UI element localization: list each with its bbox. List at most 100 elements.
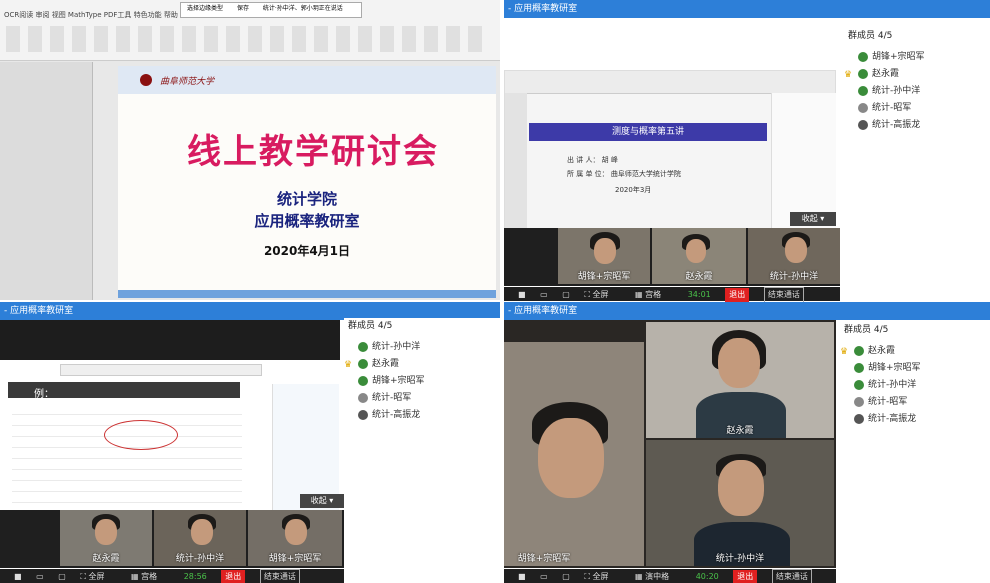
red-annotation [104,420,178,450]
fullscreen-button[interactable]: ⛶ 全屏 [80,570,116,583]
shared-dark-top [0,320,340,360]
avatar-icon [858,69,868,79]
video-tile-large[interactable]: 胡锋+宗昭军 [504,342,644,566]
call-toolbar: ■ ▭ ▢ ⛶ 全屏 ▦ 宫格 28:56 退出 结束通话 [0,569,344,583]
slide-header-band: 曲阜师范大学 [118,66,496,94]
avatar-icon [358,410,368,420]
shared-slide-date: 2020年3月 [615,186,652,194]
screen-share-icon[interactable]: ▭ [540,288,548,302]
camera-icon[interactable]: ■ [518,288,526,302]
video-tile[interactable]: 赵永霞 [60,510,152,566]
shared-sidebar [505,93,527,231]
gallery-label: 宫格 [141,572,158,581]
member-name: 赵永霞 [372,359,400,369]
member-item[interactable]: 统计-孙中洋 [840,377,990,394]
exit-button[interactable]: 退出 [725,288,750,302]
gallery-button[interactable]: ▦ 宫格 [635,288,673,302]
exit-button[interactable]: 退出 [221,570,246,583]
member-item[interactable]: ♛ 赵永霞 [344,356,500,373]
collapse-button[interactable]: 收起 ▾ [300,494,344,508]
person-face [95,519,117,545]
context-btn[interactable]: 统计·孙中洋、郭小玥正在说话 [263,5,343,12]
end-call-button[interactable]: 结束通话 [763,287,804,302]
host-crown-icon: ♛ [840,347,849,357]
chat-icon[interactable]: ▢ [562,288,570,302]
fullscreen-label: 全屏 [592,572,609,581]
ppt-thumbnail-pane[interactable] [0,62,93,300]
member-item[interactable]: 胡锋+宗昭军 [844,49,990,66]
avatar-icon [858,120,868,130]
screen-share-icon[interactable]: ▭ [36,570,44,583]
avatar-icon [358,393,368,403]
collapse-button[interactable]: 收起 ▾ [790,212,836,226]
example-label: 例： [34,389,54,400]
meeting-window-br: - 应用概率教研室 胡锋+宗昭军 赵永霞 统计-孙中洋 ■ ▭ ▢ ⛶ 全屏 ▦… [504,302,990,583]
exit-button[interactable]: 退出 [733,570,758,583]
slide-footer-band [118,290,496,298]
video-tile[interactable]: 统计-孙中洋 [748,228,840,284]
video-caption: 胡锋+宗昭军 [517,554,571,564]
end-call-button[interactable]: 结束通话 [259,569,300,583]
person-face [594,238,616,264]
video-tile[interactable]: 统计-孙中洋 [646,440,834,566]
person-face [686,239,706,263]
chat-icon[interactable]: ▢ [562,570,570,583]
member-item[interactable]: ♛ 赵永霞 [840,343,990,360]
math-content [12,404,242,504]
meeting-window-bl: - 应用概率教研室 例： 收起 ▾ 赵永霞 统计-孙中洋 胡锋+宗昭军 ■ ▭ … [0,302,500,583]
member-name: 统计-孙中洋 [872,86,921,96]
gallery-button[interactable]: ▦ 演中格 [635,570,681,583]
member-item[interactable]: 统计-高振龙 [840,411,990,428]
person-face [191,519,213,545]
members-panel: 群成员 4/5 胡锋+宗昭军 ♛ 赵永霞 统计-孙中洋 统计-昭军 统计-高振龙 [844,28,990,302]
camera-icon[interactable]: ■ [14,570,22,583]
member-item[interactable]: 统计-昭军 [344,390,500,407]
avatar-icon [854,380,864,390]
shared-tabs [60,364,262,376]
context-btn[interactable]: 选择边缘类型 [187,5,223,12]
video-tile[interactable]: 赵永霞 [652,228,746,284]
video-tile[interactable]: 统计-孙中洋 [154,510,246,566]
member-name: 统计-高振龙 [372,410,421,420]
video-caption: 赵永霞 [726,426,754,436]
video-tile[interactable]: 赵永霞 [646,322,834,438]
shared-slide-title: 测度与概率第五讲 [529,123,767,141]
members-header: 群成员 4/5 [844,325,889,335]
member-item[interactable]: 统计-高振龙 [844,117,990,134]
avatar-icon [854,363,864,373]
avatar-icon [858,103,868,113]
person-face [718,338,760,388]
member-item[interactable]: 胡锋+宗昭军 [344,373,500,390]
university-name: 曲阜师范大学 [160,77,215,87]
video-tile[interactable]: 胡锋+宗昭军 [558,228,650,284]
video-tile[interactable]: 胡锋+宗昭军 [248,510,342,566]
person-face [718,460,764,516]
fullscreen-button[interactable]: ⛶ 全屏 [584,570,620,583]
camera-icon[interactable]: ■ [518,570,526,583]
members-header: 群成员 4/5 [848,31,893,41]
person-face [538,418,604,498]
ribbon-tools[interactable] [6,26,486,52]
fullscreen-label: 全屏 [88,572,105,581]
collapse-label: 收起 [801,214,818,223]
member-item[interactable]: 统计-昭军 [840,394,990,411]
member-item[interactable]: 统计-孙中洋 [844,83,990,100]
member-item[interactable]: 统计-孙中洋 [344,339,500,356]
fullscreen-button[interactable]: ⛶ 全屏 [584,288,620,302]
chat-icon[interactable]: ▢ [58,570,66,583]
screen-share-icon[interactable]: ▭ [540,570,548,583]
member-item[interactable]: ♛ 赵永霞 [844,66,990,83]
context-btn[interactable]: 保存 [237,5,249,12]
ppt-context-tabs: 选择边缘类型 保存 统计·孙中洋、郭小玥正在说话 [180,2,362,18]
member-item[interactable]: 统计-昭军 [844,100,990,117]
member-name: 统计-孙中洋 [868,380,917,390]
member-item[interactable]: 胡锋+宗昭军 [840,360,990,377]
call-toolbar: ■ ▭ ▢ ⛶ 全屏 ▦ 宫格 34:01 退出 结束通话 [504,287,840,302]
end-call-button[interactable]: 结束通话 [771,569,812,583]
member-item[interactable]: 统计-高振龙 [344,407,500,424]
gallery-button[interactable]: ▦ 宫格 [131,570,169,583]
video-caption: 胡锋+宗昭军 [577,272,631,282]
window-title-bar: - 应用概率教研室 [504,302,990,320]
shared-screen: 例： [0,320,340,510]
window-title-bar: - 应用概率教研室 [504,0,990,18]
